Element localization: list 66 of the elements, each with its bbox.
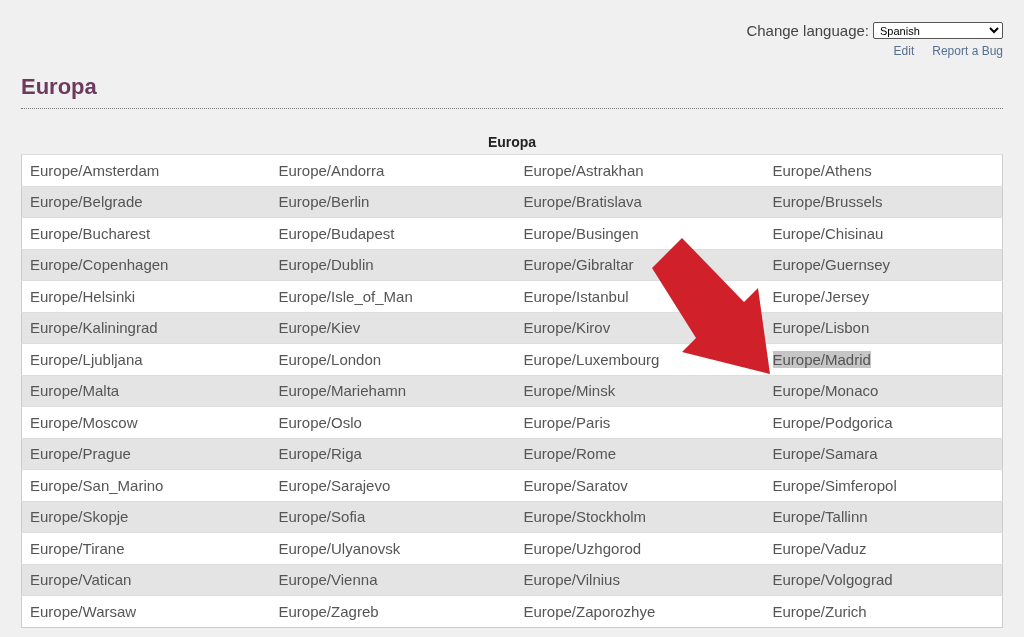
timezone-cell: Europe/Skopje <box>30 508 129 526</box>
timezone-cell: Europe/Copenhagen <box>30 256 169 274</box>
timezone-cell: Europe/Prague <box>30 445 131 463</box>
language-dropdown[interactable]: Spanish <box>873 22 1003 39</box>
timezone-cell: Europe/Amsterdam <box>30 161 160 179</box>
timezone-cell: Europe/Zurich <box>772 602 867 620</box>
timezone-cell: Europe/Gibraltar <box>523 256 634 274</box>
timezone-cell: Europe/Saratov <box>523 476 628 494</box>
timezone-cell: Europe/Simferopol <box>772 476 897 494</box>
timezone-cell: Europe/Monaco <box>772 382 879 400</box>
timezone-cell: Europe/Bucharest <box>30 224 151 242</box>
timezone-cell: Europe/Sarajevo <box>278 476 391 494</box>
timezone-cell: Europe/Zaporozhye <box>523 602 656 620</box>
timezone-cell: Europe/Mariehamn <box>278 382 407 400</box>
timezone-cell: Europe/Astrakhan <box>523 161 644 179</box>
timezone-cell: Europe/Busingen <box>523 224 639 242</box>
timezone-cell: Europe/Vienna <box>278 571 378 589</box>
timezone-cell: Europe/Istanbul <box>523 287 629 305</box>
timezone-cell: Europe/Guernsey <box>772 256 891 274</box>
timezone-cell: Europe/Riga <box>278 445 362 463</box>
timezone-cell: Europe/London <box>278 350 382 368</box>
header-link[interactable]: Report a Bug <box>932 44 1003 58</box>
timezone-cell: Europe/Vaduz <box>772 539 867 557</box>
timezone-cell: Europe/Ljubljana <box>30 350 143 368</box>
timezone-cell: Europe/Vilnius <box>523 571 620 589</box>
timezone-cell: Europe/Tirane <box>30 539 125 557</box>
timezone-cell: Europe/Ulyanovsk <box>278 539 401 557</box>
timezone-cell: Europe/Lisbon <box>772 319 870 337</box>
timezone-cell: Europe/Oslo <box>278 413 362 431</box>
timezone-cell: Europe/Volgograd <box>772 571 893 589</box>
timezone-cell: Europe/Chisinau <box>772 224 884 242</box>
timezone-cell: Europe/Bratislava <box>523 193 642 211</box>
timezone-cell: Europe/Dublin <box>278 256 374 274</box>
timezone-cell: Europe/Tallinn <box>772 508 868 526</box>
timezone-cell: Europe/Andorra <box>278 161 385 179</box>
timezone-cell: Europe/Kirov <box>523 319 611 337</box>
timezone-cell: Europe/Berlin <box>278 193 370 211</box>
timezone-cell: Europe/Warsaw <box>30 602 137 620</box>
timezone-cell: Europe/Podgorica <box>772 413 893 431</box>
timezone-cell: Europe/Luxembourg <box>523 350 660 368</box>
table-caption: Europa <box>486 134 538 152</box>
timezone-cell: Europe/Uzhgorod <box>523 539 642 557</box>
timezone-cell: Europe/San_Marino <box>30 476 164 494</box>
timezone-cell: Europe/Brussels <box>772 193 883 211</box>
timezone-cell: Europe/Minsk <box>523 382 616 400</box>
timezone-cell: Europe/Kiev <box>278 319 361 337</box>
timezone-cell: Europe/Paris <box>523 413 611 431</box>
timezone-cell: Europe/Budapest <box>278 224 395 242</box>
timezone-cell: Europe/Malta <box>30 382 120 400</box>
language-label: Change language: <box>746 22 869 39</box>
timezone-cell: Europe/Kaliningrad <box>30 319 158 337</box>
page-heading: Europa <box>21 74 1003 109</box>
timezone-cell: Europe/Jersey <box>772 287 870 305</box>
timezone-cell: Europe/Rome <box>523 445 617 463</box>
timezone-cell: Europe/Isle_of_Man <box>278 287 413 305</box>
timezone-cell: Europe/Samara <box>772 445 878 463</box>
timezone-cell: Europe/Moscow <box>30 413 138 431</box>
timezone-cell: Europe/Sofia <box>278 508 366 526</box>
header-link[interactable]: Edit <box>893 44 915 58</box>
timezone-cell: Europe/Helsinki <box>30 287 136 305</box>
timezone-cell: Europe/Madrid <box>772 350 871 368</box>
timezone-cell: Europe/Zagreb <box>278 602 379 620</box>
timezone-cell: Europe/Vatican <box>30 571 132 589</box>
timezone-cell: Europe/Athens <box>772 161 872 179</box>
timezone-cell: Europe/Belgrade <box>30 193 143 211</box>
timezone-cell: Europe/Stockholm <box>523 508 647 526</box>
